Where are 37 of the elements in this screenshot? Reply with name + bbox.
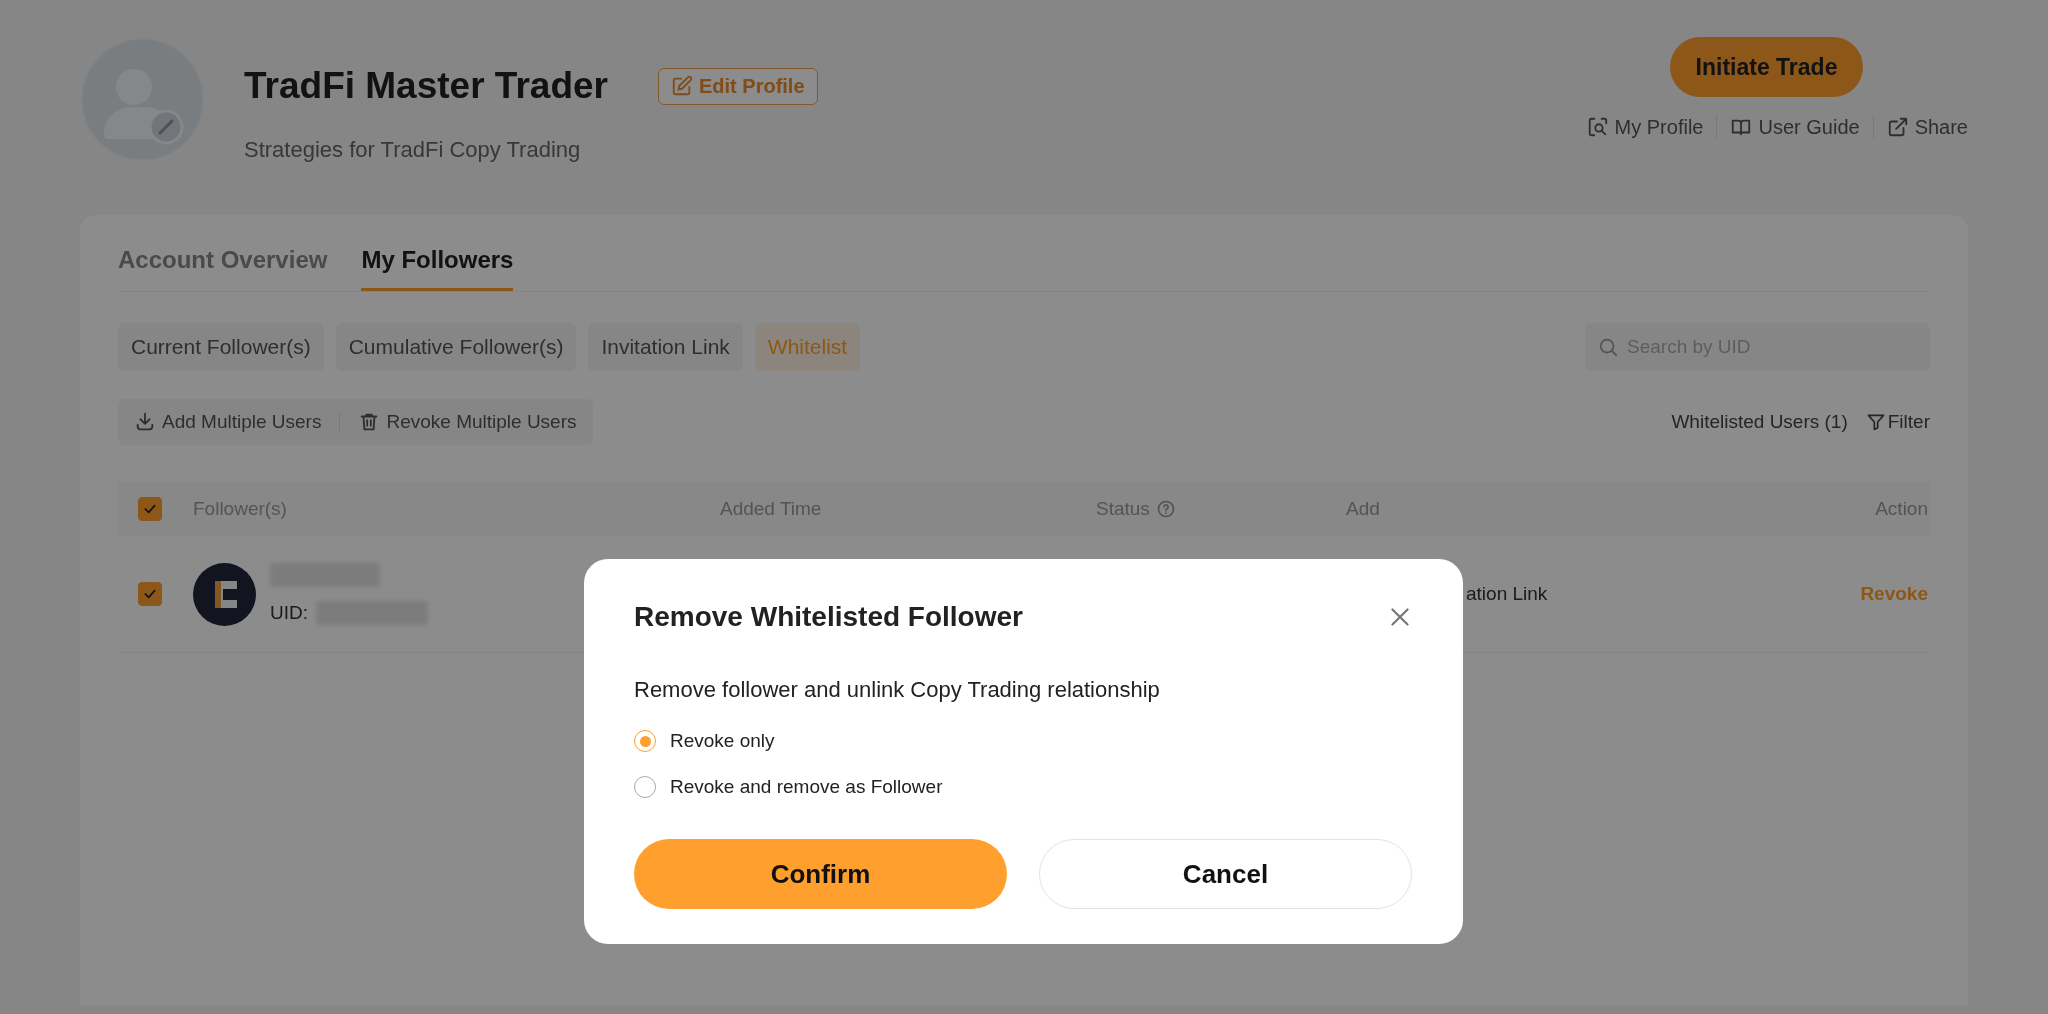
search-icon (1597, 336, 1619, 358)
download-icon (134, 411, 156, 433)
funnel-icon (1865, 412, 1886, 432)
header-link[interactable]: Share (1873, 115, 1968, 139)
tab[interactable]: My Followers (361, 246, 514, 291)
edit-profile-button[interactable]: Edit Profile (657, 67, 818, 105)
exchange-logo-icon (193, 562, 256, 626)
magnifier-page-icon (1586, 116, 1609, 138)
filter-tab[interactable]: Invitation Link (588, 323, 743, 371)
filter-tab[interactable]: Cumulative Follower(s) (335, 323, 577, 371)
toolbar-action[interactable]: Revoke Multiple Users (354, 411, 581, 433)
avatar-icon (80, 37, 205, 162)
confirm-button[interactable]: Confirm (634, 839, 1007, 909)
radio-label[interactable]: Revoke only (670, 727, 775, 755)
radio-button[interactable] (634, 730, 656, 752)
uid-label: UID: (270, 602, 308, 624)
trader-name: TradFi Master Trader (244, 64, 608, 108)
filter-tab[interactable]: Current Follower(s) (118, 323, 324, 371)
checkbox[interactable] (138, 582, 162, 606)
toolbar-action[interactable]: Add Multiple Users (130, 411, 326, 433)
radio-button[interactable] (634, 776, 656, 798)
help-icon (1155, 498, 1176, 519)
radio-label[interactable]: Revoke and remove as Follower (670, 773, 943, 801)
whitelisted-count: Whitelisted Users (1) (1671, 411, 1848, 433)
initiate-trade-button[interactable]: Initiate Trade (1669, 37, 1864, 97)
tab[interactable]: Account Overview (118, 246, 328, 291)
edit-icon (670, 75, 693, 97)
filter-button[interactable]: Filter (1865, 411, 1930, 433)
share-icon (1886, 116, 1909, 138)
dialog-title: Remove Whitelisted Follower (634, 600, 1023, 634)
cancel-button[interactable]: Cancel (1039, 839, 1412, 909)
header-link[interactable]: My Profile (1573, 115, 1717, 139)
trader-subtitle: Strategies for TradFi Copy Trading (244, 137, 582, 163)
header-link[interactable]: User Guide (1717, 115, 1873, 139)
checkbox[interactable] (138, 496, 162, 521)
dialog-description: Remove follower and unlink Copy Trading relationship (634, 676, 1161, 704)
table-cell-text: ation Link (1465, 583, 1548, 604)
